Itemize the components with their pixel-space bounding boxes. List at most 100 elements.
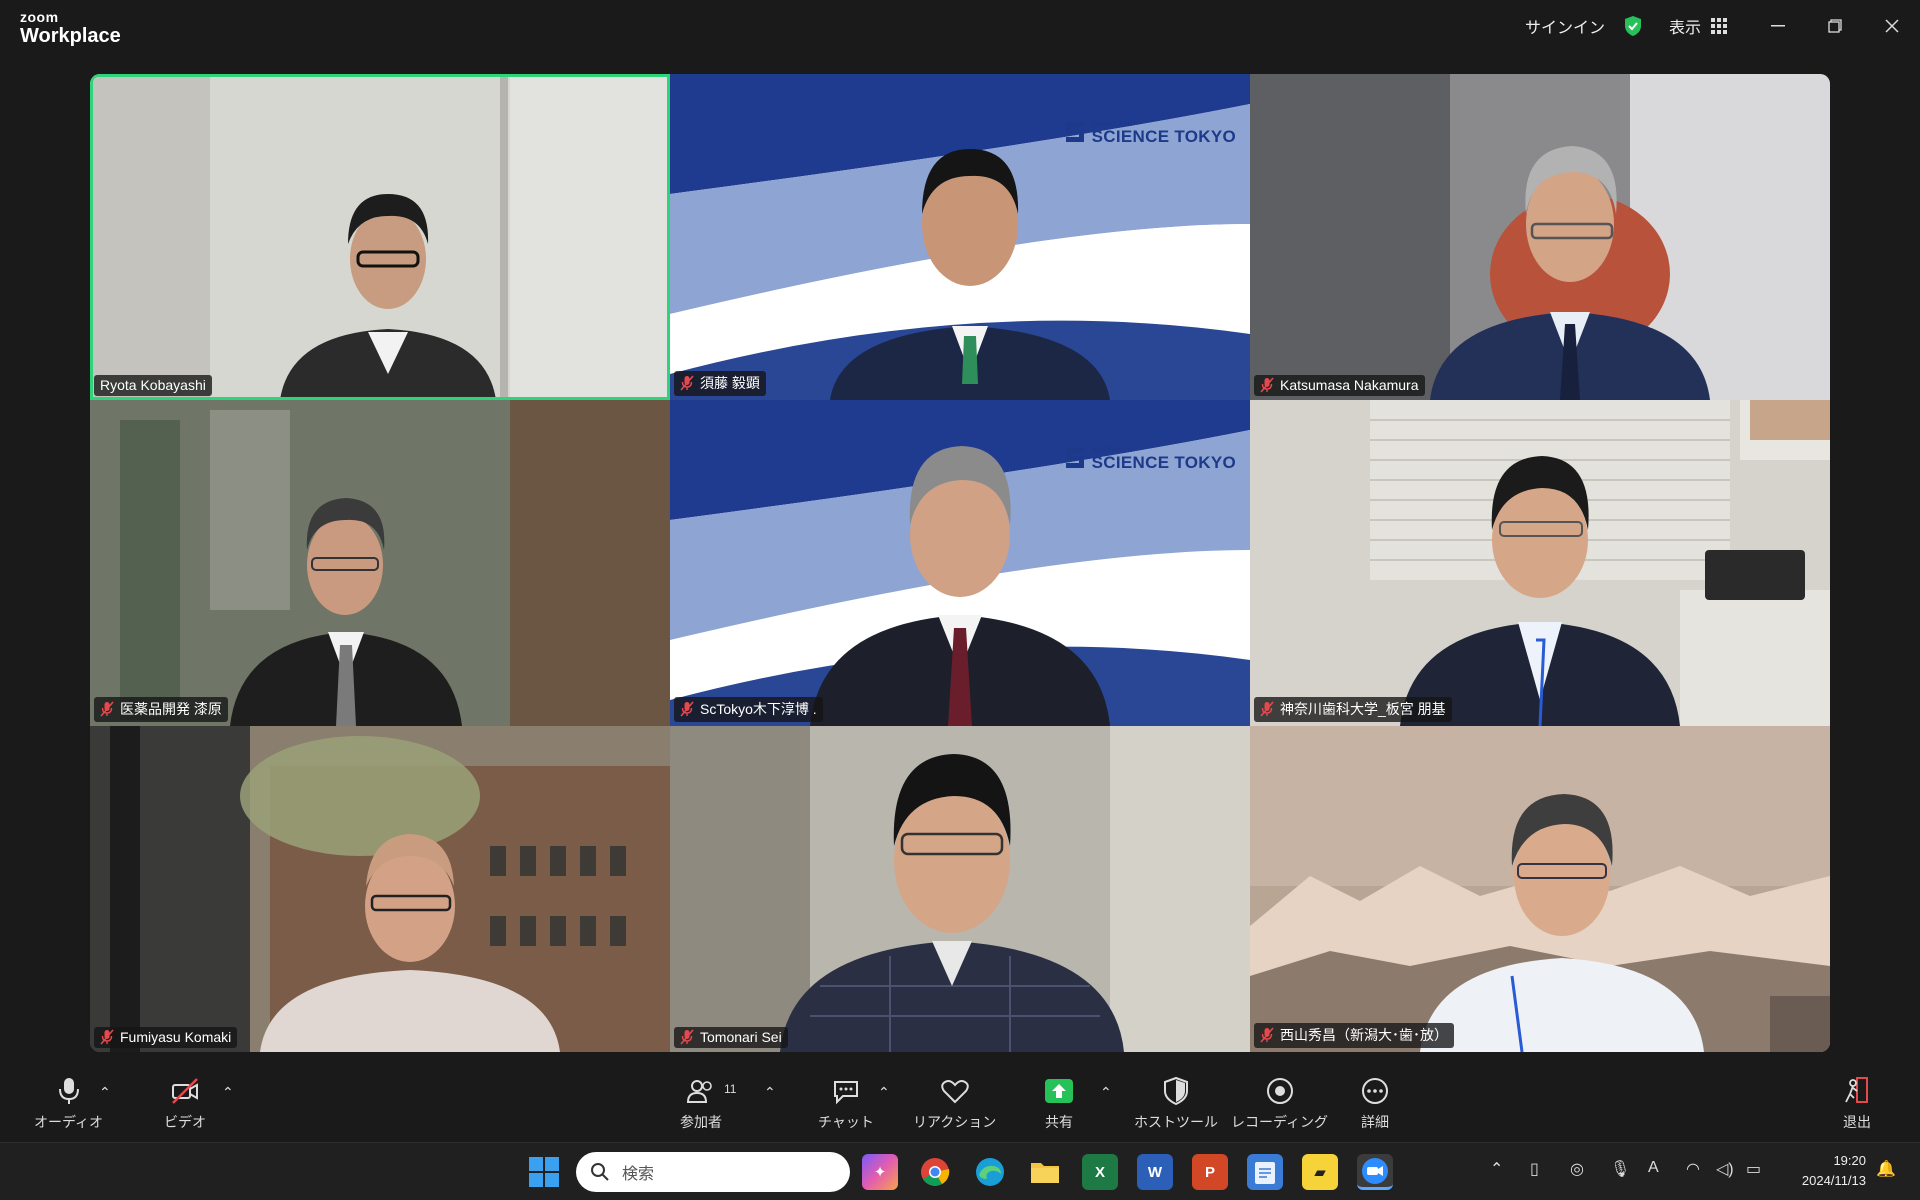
volume-icon[interactable]: ◁) <box>1716 1159 1734 1179</box>
participant-name: Ryota Kobayashi <box>100 377 206 393</box>
tray-overflow-chevron-icon[interactable]: ⌃ <box>1490 1159 1503 1179</box>
participant-nametag: 須藤 毅顕 <box>674 371 766 396</box>
participant-video <box>90 400 670 726</box>
shield-icon <box>1164 1076 1188 1106</box>
participant-name: Katsumasa Nakamura <box>1280 377 1419 393</box>
search-placeholder: 検索 <box>622 1166 655 1183</box>
signin-link[interactable]: サインイン <box>1525 14 1605 38</box>
view-menu-button[interactable]: 表示 <box>1669 14 1727 38</box>
recording-button[interactable]: レコーディング <box>1231 1076 1328 1132</box>
view-label: 表示 <box>1668 20 1701 37</box>
audio-options-chevron-icon[interactable]: ⌃ <box>99 1084 111 1101</box>
participant-video <box>1250 74 1830 400</box>
logo-brand-top: zoom <box>20 9 59 25</box>
participant-video <box>670 726 1250 1052</box>
sticky-notes-app-icon[interactable]: ▰ <box>1302 1154 1338 1190</box>
participants-label: 参加者 <box>680 1114 722 1130</box>
participant-nametag: 神奈川歯科大学_板宮 朋基 <box>1254 697 1452 722</box>
powerpoint-app-icon[interactable]: P <box>1192 1154 1228 1190</box>
participant-nametag: 医薬品開発 漆原 <box>94 697 228 722</box>
participants-button[interactable]: 参加者 <box>680 1076 722 1132</box>
clock-date: 2024/11/13 <box>1801 1173 1866 1188</box>
video-tile[interactable]: Fumiyasu Komaki <box>90 726 670 1052</box>
share-screen-icon <box>1045 1079 1073 1103</box>
minimize-button[interactable] <box>1749 0 1806 52</box>
system-clock[interactable]: 19:20 2024/11/13 <box>1802 1151 1866 1191</box>
video-tile[interactable]: Institute of SCIENCE TOKYO 須藤 毅顕 <box>670 74 1250 400</box>
participant-name: ScTokyo木下淳博 . <box>700 701 817 717</box>
participant-nametag: Fumiyasu Komaki <box>94 1027 238 1048</box>
participant-video <box>90 74 670 400</box>
heart-icon <box>940 1080 969 1104</box>
chat-label: チャット <box>818 1114 874 1130</box>
chrome-icon <box>921 1158 950 1186</box>
participant-name: Tomonari Sei <box>700 1029 782 1045</box>
notepad-app-icon[interactable] <box>1247 1154 1283 1190</box>
video-tile[interactable]: Ryota Kobayashi <box>90 74 670 400</box>
video-tile[interactable]: Institute of SCIENCE TOKYO ScTokyo木下淳博 . <box>670 400 1250 726</box>
more-icon <box>1362 1078 1388 1104</box>
restore-button[interactable] <box>1806 0 1863 52</box>
video-tile[interactable]: 神奈川歯科大学_板宮 朋基 <box>1250 400 1830 726</box>
excel-app-icon[interactable]: X <box>1082 1154 1118 1190</box>
participant-video <box>90 726 670 1052</box>
taskbar-search[interactable]: 検索 <box>576 1152 850 1192</box>
participant-nametag: Ryota Kobayashi <box>94 375 212 396</box>
chat-button[interactable]: チャット <box>818 1076 874 1132</box>
video-tile[interactable]: Katsumasa Nakamura <box>1250 74 1830 400</box>
share-label: 共有 <box>1045 1114 1073 1130</box>
close-window-button[interactable] <box>1863 0 1920 52</box>
audio-button[interactable]: オーディオ <box>34 1076 103 1132</box>
science-tokyo-mark-icon <box>1065 448 1084 468</box>
video-tile[interactable]: 西山秀昌（新潟大･歯･放） <box>1250 726 1830 1052</box>
video-button[interactable]: ビデオ <box>164 1076 206 1132</box>
usb-device-icon[interactable]: ▯ <box>1530 1159 1539 1179</box>
copilot-app-icon[interactable]: ✦ <box>862 1154 898 1190</box>
participant-name: 須藤 毅顕 <box>700 375 760 391</box>
edge-app-icon[interactable] <box>972 1154 1008 1190</box>
reactions-button[interactable]: リアクション <box>913 1076 996 1132</box>
windows-start-icon[interactable] <box>528 1156 560 1188</box>
participant-nametag: Tomonari Sei <box>674 1027 788 1048</box>
mic-muted-icon <box>1260 1027 1274 1043</box>
participants-options-chevron-icon[interactable]: ⌃ <box>764 1084 776 1101</box>
leave-button[interactable]: 退出 <box>1842 1076 1872 1132</box>
chat-options-chevron-icon[interactable]: ⌃ <box>878 1084 890 1101</box>
file-explorer-app-icon[interactable] <box>1027 1154 1063 1190</box>
wifi-icon[interactable]: ◠ <box>1686 1159 1700 1179</box>
video-options-chevron-icon[interactable]: ⌃ <box>222 1084 234 1101</box>
share-options-chevron-icon[interactable]: ⌃ <box>1100 1084 1112 1101</box>
participant-nametag: 西山秀昌（新潟大･歯･放） <box>1254 1023 1454 1048</box>
edge-icon <box>976 1158 1004 1186</box>
notification-bell-icon[interactable]: 🔔 <box>1876 1159 1896 1179</box>
participant-video <box>1250 400 1830 726</box>
title-bar: zoom Workplace サインイン 表示 <box>0 0 1920 56</box>
zoom-app-icon[interactable] <box>1357 1154 1393 1190</box>
video-tile[interactable]: 医薬品開発 漆原 <box>90 400 670 726</box>
reactions-label: リアクション <box>913 1114 997 1130</box>
microphone-tray-icon[interactable]: 🎙 <box>1610 1159 1630 1179</box>
grid-view-icon <box>1711 18 1727 34</box>
more-button[interactable]: 詳細 <box>1360 1076 1390 1132</box>
logo-line2: SCIENCE TOKYO <box>1091 452 1236 472</box>
participant-count-badge: 11 <box>724 1082 737 1096</box>
mic-muted-icon <box>1260 377 1274 393</box>
security-shield-icon[interactable] <box>1623 15 1643 37</box>
mic-muted-icon <box>680 1029 694 1045</box>
meeting-controls: オーディオ ⌃ ビデオ ⌃ 参加者 ⌃ チャット ⌃ リアクション 共有 ⌃ ホ… <box>0 1066 1920 1142</box>
battery-icon[interactable]: ▭ <box>1746 1159 1761 1179</box>
mic-muted-icon <box>680 375 694 391</box>
video-label: ビデオ <box>164 1114 206 1130</box>
zoom-workplace-logo: zoom Workplace <box>20 10 121 46</box>
science-tokyo-mark-icon <box>1065 122 1084 142</box>
video-tile[interactable]: Tomonari Sei <box>670 726 1250 1052</box>
ime-icon[interactable]: A <box>1648 1159 1659 1177</box>
search-icon <box>591 1163 609 1181</box>
share-button[interactable]: 共有 <box>1044 1076 1074 1132</box>
host-tools-button[interactable]: ホストツール <box>1134 1076 1218 1132</box>
sync-icon[interactable]: ◎ <box>1570 1159 1584 1179</box>
chrome-app-icon[interactable] <box>917 1154 953 1190</box>
microphone-icon <box>58 1078 79 1104</box>
word-app-icon[interactable]: W <box>1137 1154 1173 1190</box>
chat-icon <box>833 1081 858 1105</box>
